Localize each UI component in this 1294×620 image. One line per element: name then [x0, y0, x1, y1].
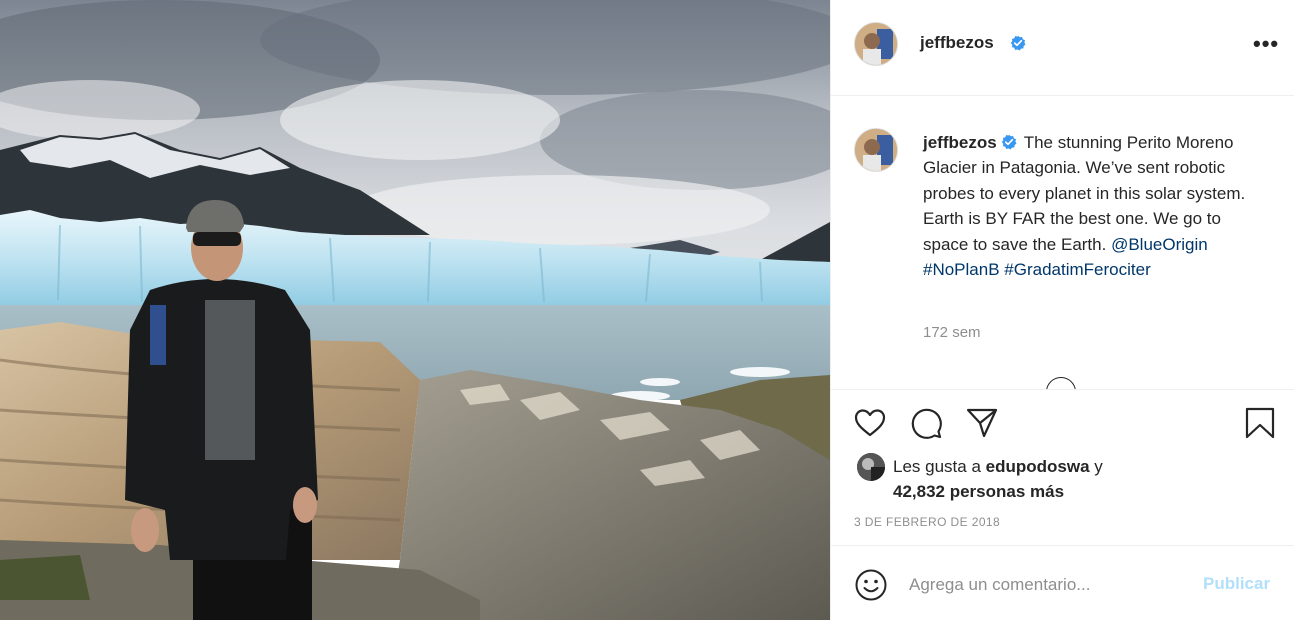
post-date[interactable]: 3 DE FEBRERO DE 2018 [854, 515, 1000, 529]
mention-link[interactable]: @BlueOrigin [1111, 235, 1208, 254]
caption-time-ago[interactable]: 172 sem [923, 324, 981, 341]
bookmark-icon[interactable] [1243, 406, 1277, 440]
hashtag-link[interactable]: #GradatimFerociter [1004, 260, 1150, 279]
username-link[interactable]: jeffbezos [920, 33, 994, 53]
hashtag-link[interactable]: #NoPlanB [923, 260, 1000, 279]
liker-username-link[interactable]: edupodoswa [986, 457, 1090, 476]
post-details-panel: jeffbezos ••• jeffbezos The stunning Per… [830, 0, 1294, 620]
likes-count-link[interactable]: 42,832 personas más [893, 482, 1064, 501]
post-header: jeffbezos ••• [831, 0, 1294, 96]
liker-avatar[interactable] [857, 453, 885, 481]
caption-avatar[interactable] [854, 128, 898, 172]
more-options-button[interactable]: ••• [1253, 33, 1279, 55]
caption-username-link[interactable]: jeffbezos [923, 133, 997, 152]
smiley-icon[interactable] [854, 568, 888, 602]
publish-button[interactable]: Publicar [1203, 574, 1270, 594]
comments-section: jeffbezos The stunning Perito Moreno Gla… [831, 96, 1294, 390]
comment-input[interactable] [909, 572, 1179, 598]
post-actions: Les gusta a edupodoswa y 42,832 personas… [831, 389, 1294, 545]
post-photo[interactable] [0, 0, 830, 620]
heart-icon[interactable] [853, 406, 887, 440]
comment-bar: Publicar [831, 545, 1294, 620]
profile-avatar[interactable] [854, 22, 898, 66]
likes-summary: Les gusta a edupodoswa y 42,832 personas… [893, 454, 1103, 504]
likes-prefix: Les gusta a [893, 457, 981, 476]
paper-plane-icon[interactable] [965, 406, 999, 440]
comment-bubble-icon[interactable] [909, 406, 943, 440]
likes-joiner: y [1094, 457, 1103, 476]
verified-badge-icon [1010, 35, 1026, 51]
post-caption: jeffbezos The stunning Perito Moreno Gla… [923, 130, 1268, 282]
verified-badge-icon [1001, 134, 1017, 150]
